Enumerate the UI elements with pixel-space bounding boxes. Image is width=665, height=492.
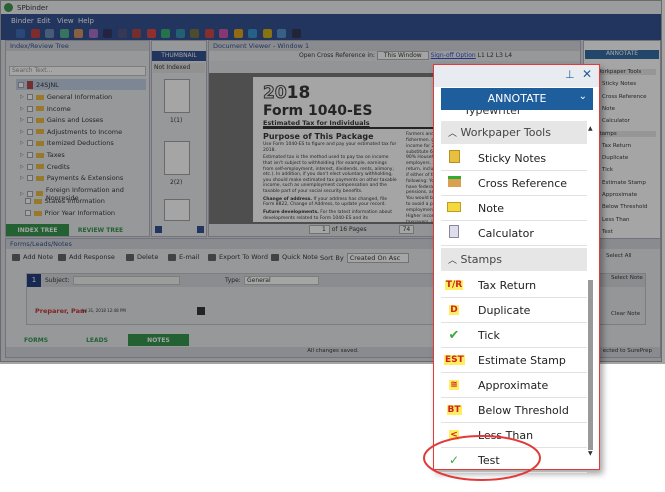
stamp-below-threshold[interactable]: BT Below Threshold — [441, 398, 587, 423]
scroll-down-icon: ▼ — [588, 450, 593, 457]
approximate-stamp-icon: ≅ — [449, 380, 459, 390]
section-stamps[interactable]: ︿ Stamps — [441, 248, 587, 271]
tool-calculator[interactable]: Calculator — [441, 221, 587, 246]
tool-note[interactable]: Note — [441, 196, 587, 221]
section-workpaper-tools[interactable]: ︿ Workpaper Tools — [441, 121, 587, 144]
highlight-ellipse — [423, 435, 541, 481]
stamp-approximate[interactable]: ≅ Approximate — [441, 373, 587, 398]
scroll-up-icon: ▲ — [588, 125, 593, 132]
annotate-dropdown[interactable]: ANNOTATE ⌄ — [441, 88, 593, 110]
sticky-notes-icon — [444, 150, 464, 166]
tick-stamp-icon: ✔ — [448, 327, 460, 343]
pin-icon[interactable]: ⊥ — [565, 68, 575, 81]
below-threshold-stamp-icon: BT — [446, 405, 462, 415]
stamp-tax-return[interactable]: T/R Tax Return — [441, 273, 587, 298]
cross-reference-icon — [444, 176, 464, 190]
tax-return-stamp-icon: T/R — [444, 280, 464, 290]
note-icon — [444, 201, 464, 215]
chevron-down-icon: ⌄ — [578, 91, 587, 102]
tool-sticky-notes[interactable]: Sticky Notes — [441, 146, 587, 171]
close-icon[interactable]: ✕ — [582, 67, 592, 81]
popup-header: ⊥ ✕ — [434, 65, 599, 87]
chevron-up-icon: ︿ — [448, 129, 458, 139]
stamp-estimate-stamp[interactable]: EST Estimate Stamp — [441, 348, 587, 373]
chevron-up-icon: ︿ — [448, 256, 458, 266]
annotate-popup: ⊥ ✕ ANNOTATE⌄ Typewriter ▲ ▼ ︿ Workpaper… — [433, 64, 600, 473]
tool-cross-reference[interactable]: Cross Reference — [441, 171, 587, 196]
stamp-tick[interactable]: ✔ Tick — [441, 323, 587, 348]
estimate-stamp-stamp-icon: EST — [444, 355, 465, 365]
scrollbar-thumb[interactable] — [588, 280, 593, 450]
scrollbar[interactable]: ▲ ▼ — [588, 125, 594, 460]
duplicate-stamp-icon: D — [449, 305, 459, 315]
typewriter-item-partial[interactable]: Typewriter — [464, 110, 521, 116]
stamp-duplicate[interactable]: D Duplicate — [441, 298, 587, 323]
calculator-icon — [444, 225, 464, 241]
